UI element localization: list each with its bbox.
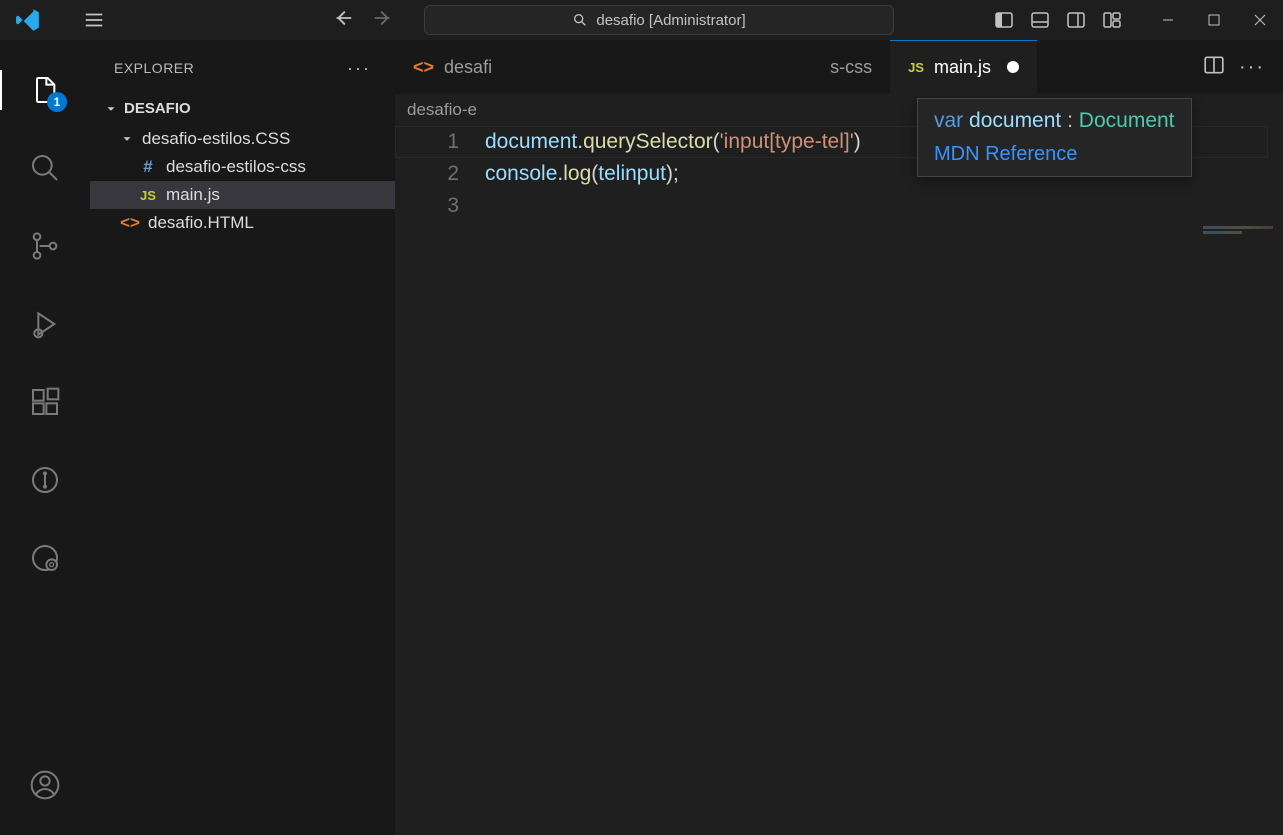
mdn-reference-link[interactable]: MDN Reference [934,143,1175,166]
toggle-secondary-sidebar-button[interactable] [1063,7,1089,33]
live-share-activity-button[interactable] [25,538,65,578]
explorer-badge: 1 [47,92,67,112]
js-icon: JS [908,60,924,75]
file-name: desafio-estilos.CSS [142,129,290,149]
minimap[interactable] [1203,226,1273,246]
dirty-indicator-icon [1007,61,1019,73]
explorer-activity-button[interactable]: 1 [25,70,65,110]
debug-activity-button[interactable] [25,304,65,344]
vscode-logo-icon [10,2,46,38]
explorer-sidebar: EXPLORER ··· DESAFIO desafio-estilos.CSS… [90,40,395,835]
hover-signature: var document : Document [934,109,1175,133]
split-editor-button[interactable] [1203,54,1225,81]
workspace-name: DESAFIO [124,100,191,117]
file-tree-item[interactable]: desafio-estilos.CSS [90,125,395,153]
toggle-primary-sidebar-button[interactable] [991,7,1017,33]
file-name: desafio.HTML [148,213,254,233]
tab-label: desafi [444,57,492,78]
editor-tabs: <> desafi s-css JS main.js ··· [395,40,1283,94]
extensions-activity-button[interactable] [25,382,65,422]
line-number: 3 [395,194,485,218]
activity-bar: 1 [0,40,90,835]
html-icon: <> [413,57,434,78]
line-number: 2 [395,162,485,186]
file-tree: desafio-estilos.CSS # desafio-estilos-css J… [90,121,395,237]
layout-buttons [991,7,1125,33]
command-search-input[interactable]: desafio [Administrator] [424,5,894,35]
html-icon: <> [120,213,140,233]
editor-area: <>desafis-cssJSmain.js ··· desafio-e 1do… [395,40,1283,835]
source-control-activity-button[interactable] [25,226,65,266]
workspace-folder-header[interactable]: DESAFIO [90,96,395,121]
file-name: desafio-estilos-css [166,157,306,177]
editor-more-button[interactable]: ··· [1239,56,1265,79]
css-icon: # [138,157,158,177]
editor-tab[interactable]: <> desafi [395,40,496,94]
hover-tooltip: var document : Document MDN Reference [917,98,1192,177]
file-tree-item[interactable]: <> desafio.HTML [90,209,395,237]
window-maximize-button[interactable] [1191,0,1237,40]
tab-label: main.js [934,57,991,78]
sidebar-title: EXPLORER [114,60,194,76]
nav-forward-button[interactable] [372,7,394,34]
code-content: console.log(telinput); [485,162,679,186]
editor-tab[interactable]: JS main.js [890,40,1037,94]
accounts-activity-button[interactable] [25,765,65,805]
search-activity-button[interactable] [25,148,65,188]
window-minimize-button[interactable] [1145,0,1191,40]
file-tree-item[interactable]: # desafio-estilos-css [90,153,395,181]
menu-button[interactable] [76,2,112,38]
tab-label: s-css [830,57,872,78]
window-close-button[interactable] [1237,0,1283,40]
sidebar-more-button[interactable]: ··· [347,58,371,79]
code-line[interactable]: 3 [395,190,1283,222]
code-editor[interactable]: 1document.querySelector('input[type-tel]… [395,126,1283,835]
toggle-panel-button[interactable] [1027,7,1053,33]
git-graph-activity-button[interactable] [25,460,65,500]
search-text: desafio [Administrator] [596,12,745,29]
file-name: main.js [166,185,220,205]
js-icon: JS [138,188,158,203]
customize-layout-button[interactable] [1099,7,1125,33]
file-tree-item[interactable]: JS main.js [90,181,395,209]
title-bar: desafio [Administrator] [0,0,1283,40]
editor-tab[interactable]: s-css [826,40,890,94]
nav-back-button[interactable] [332,7,354,34]
